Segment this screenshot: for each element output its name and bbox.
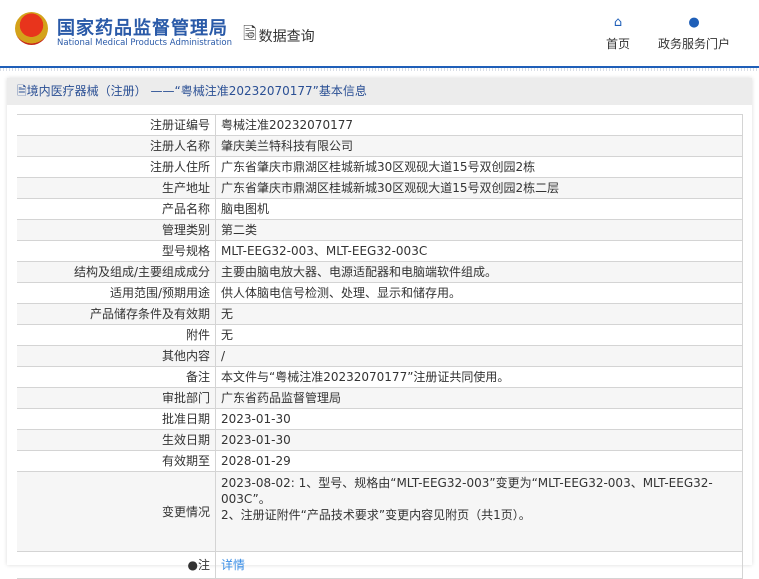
field-label: 管理类别 [17, 219, 216, 241]
table-row: 结构及组成/主要组成成分 主要由脑电放大器、电源适配器和电脑端软件组成。 [17, 261, 743, 283]
table-row: 注册人名称 肇庆美兰特科技有限公司 [17, 135, 743, 157]
site-subtitle: National Medical Products Administration [57, 38, 232, 48]
note-value: 详情 [215, 551, 743, 579]
panel-title: 境内医疗器械（注册） ——“粤械注准20232070177”基本信息 [26, 84, 367, 98]
details-link[interactable]: 详情 [221, 558, 245, 572]
field-value: 无 [215, 303, 743, 325]
data-query-label: 数据查询 [258, 28, 315, 45]
field-label: 产品名称 [17, 198, 216, 220]
field-label: 其他内容 [17, 345, 216, 367]
table-row: 产品名称 脑电图机 [17, 198, 743, 220]
document-search-icon: 🗟 [243, 24, 257, 44]
field-value: 粤械注准20232070177 [215, 114, 743, 136]
field-value: 主要由脑电放大器、电源适配器和电脑端软件组成。 [215, 261, 743, 283]
nav-home-label: 首页 [606, 37, 631, 51]
field-label: 产品储存条件及有效期 [17, 303, 216, 325]
note-label: ●注 [17, 551, 216, 579]
user-icon: ● [688, 15, 700, 30]
nav-service-label: 政务服务门户 [658, 37, 731, 51]
field-label: 审批部门 [17, 387, 216, 409]
change-line-1: 2023-08-02: 1、型号、规格由“MLT-EEG32-003”变更为“M… [221, 476, 713, 506]
bulb-icon: ● [187, 558, 198, 572]
table-row: 注册证编号 粤械注准20232070177 [17, 114, 743, 136]
table-row: 管理类别 第二类 [17, 219, 743, 241]
info-table: 注册证编号 粤械注准20232070177 注册人名称 肇庆美兰特科技有限公司 注册人住… [17, 114, 743, 579]
change-value: 2023-08-02: 1、型号、规格由“MLT-EEG32-003”变更为“M… [215, 471, 743, 552]
table-row: 生效日期 2023-01-30 [17, 429, 743, 451]
table-row: 其他内容 / [17, 345, 743, 367]
field-label: 有效期至 [17, 450, 216, 472]
table-row: 有效期至 2028-01-29 [17, 450, 743, 472]
nav-home[interactable]: ⌂ 首页 [606, 16, 630, 52]
field-value: 本文件与“粤械注准20232070177”注册证共同使用。 [215, 366, 743, 388]
field-label: 变更情况 [17, 471, 216, 552]
field-value: 广东省肇庆市鼎湖区桂城新城30区观砚大道15号双创园2栋二层 [215, 177, 743, 199]
field-value: 无 [215, 324, 743, 346]
change-line-2: 2、注册证附件“产品技术要求”变更内容见附页（共1页）。 [221, 508, 531, 522]
table-row: 批准日期 2023-01-30 [17, 408, 743, 430]
table-row: 产品储存条件及有效期无 [17, 303, 743, 325]
table-row-change: 变更情况 2023-08-02: 1、型号、规格由“MLT-EEG32-003”变… [17, 471, 743, 552]
field-label: 结构及组成/主要组成成分 [17, 261, 216, 283]
field-value: 第二类 [215, 219, 743, 241]
field-value: 2023-01-30 [215, 429, 743, 451]
table-row: 备注 本文件与“粤械注准20232070177”注册证共同使用。 [17, 366, 743, 388]
national-emblem-logo [15, 12, 48, 45]
table-row-note: ●注 详情 [17, 551, 743, 579]
table-row: 审批部门 广东省药品监督管理局 [17, 387, 743, 409]
field-label: 批准日期 [17, 408, 216, 430]
field-label: 适用范围/预期用途 [17, 282, 216, 304]
field-label: 型号规格 [17, 240, 216, 262]
table-row: 生产地址 广东省肇庆市鼎湖区桂城新城30区观砚大道15号双创园2栋二层 [17, 177, 743, 199]
field-value: 2028-01-29 [215, 450, 743, 472]
field-value: 广东省药品监督管理局 [215, 387, 743, 409]
field-label: 备注 [17, 366, 216, 388]
document-icon: 🗎 [17, 84, 27, 98]
field-label: 生产地址 [17, 177, 216, 199]
site-header: 国家药品监督管理局 National Medical Products Admi… [0, 0, 759, 71]
field-value: 广东省肇庆市鼎湖区桂城新城30区观砚大道15号双创园2栋 [215, 156, 743, 178]
table-row: 适用范围/预期用途 供人体脑电信号检测、处理、显示和储存用。 [17, 282, 743, 304]
table-row: 附件无 [17, 324, 743, 346]
field-value: 2023-01-30 [215, 408, 743, 430]
home-icon: ⌂ [613, 15, 623, 30]
field-label: 注册人住所 [17, 156, 216, 178]
field-value: / [215, 345, 743, 367]
panel-header: 🗎境内医疗器械（注册） ——“粤械注准20232070177”基本信息 [7, 78, 752, 105]
field-label: 注册证编号 [17, 114, 216, 136]
site-title[interactable]: 国家药品监督管理局 [57, 14, 228, 40]
table-row: 注册人住所 广东省肇庆市鼎湖区桂城新城30区观砚大道15号双创园2栋 [17, 156, 743, 178]
field-value: 脑电图机 [215, 198, 743, 220]
field-value: MLT-EEG32-003、MLT-EEG32-003C [215, 240, 743, 262]
note-label-text: 注 [197, 558, 210, 572]
field-label: 附件 [17, 324, 216, 346]
field-label: 生效日期 [17, 429, 216, 451]
field-value: 供人体脑电信号检测、处理、显示和储存用。 [215, 282, 743, 304]
info-panel: 🗎境内医疗器械（注册） ——“粤械注准20232070177”基本信息 注册证编… [7, 78, 752, 579]
nav-service-portal[interactable]: ● 政务服务门户 [658, 16, 730, 52]
data-query-link[interactable]: 🗟 数据查询 [243, 21, 315, 50]
table-row: 型号规格 MLT-EEG32-003、MLT-EEG32-003C [17, 240, 743, 262]
field-label: 注册人名称 [17, 135, 216, 157]
field-value: 肇庆美兰特科技有限公司 [215, 135, 743, 157]
